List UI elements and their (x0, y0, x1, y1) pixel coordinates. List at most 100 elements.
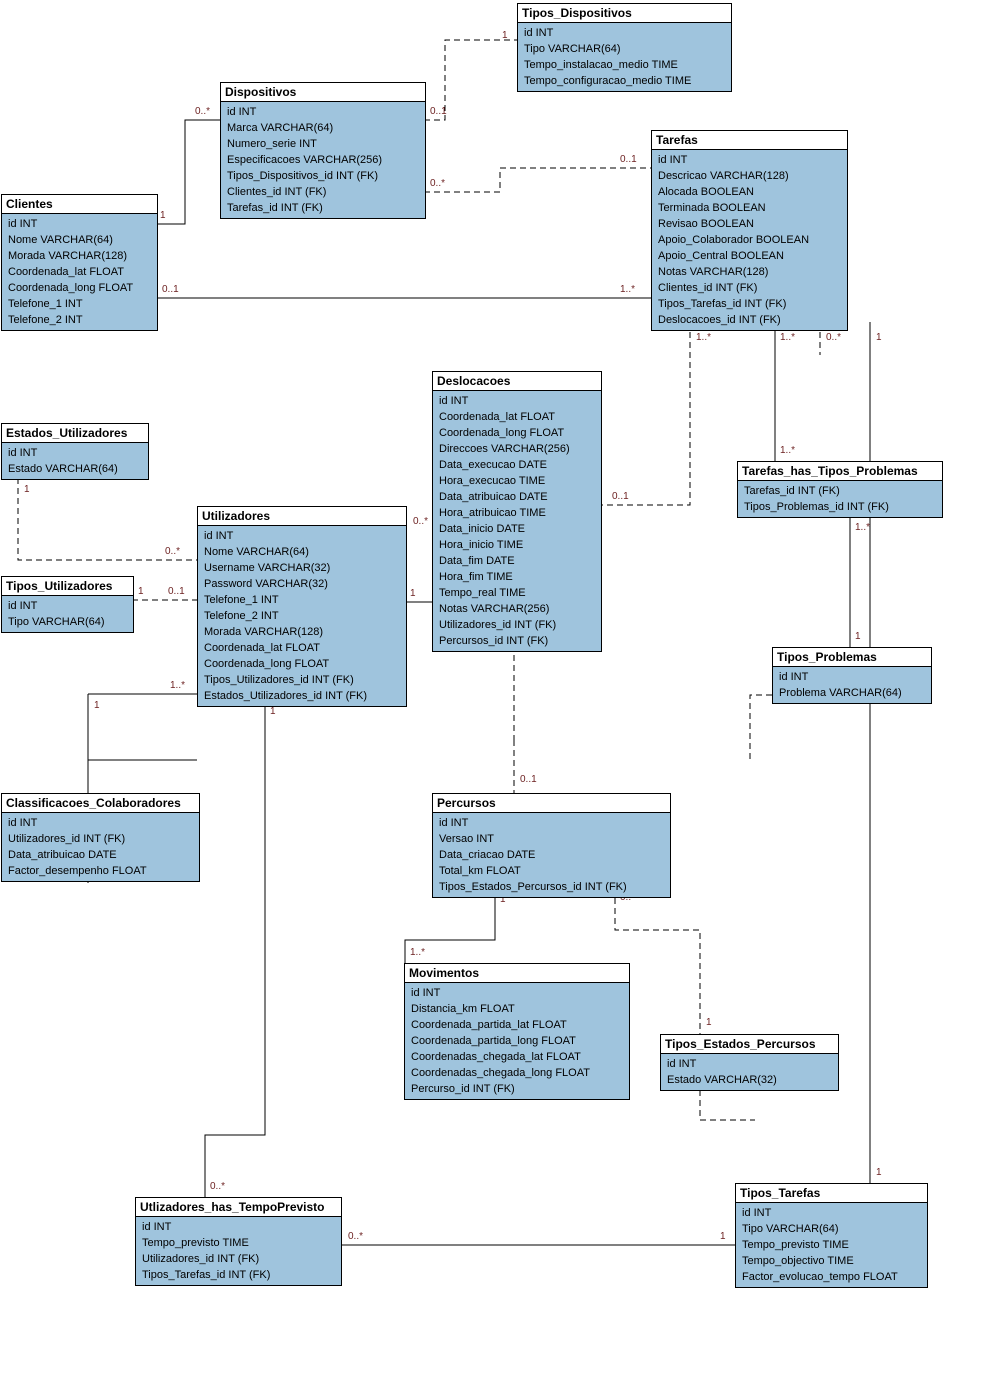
entity-attr-list: id INTProblema VARCHAR(64) (773, 667, 931, 703)
cardinality-label: 0..* (165, 546, 180, 557)
entity-tipos_tarefas[interactable]: Tipos_Tarefasid INTTipo VARCHAR(64)Tempo… (735, 1183, 928, 1288)
entity-title: Utilizadores (198, 507, 406, 526)
entity-attr: Tipos_Dispositivos_id INT (FK) (221, 168, 425, 184)
entity-movimentos[interactable]: Movimentosid INTDistancia_km FLOATCoorde… (404, 963, 630, 1100)
entity-tarefas[interactable]: Tarefasid INTDescricao VARCHAR(128)Aloca… (651, 130, 848, 331)
entity-title: Tarefas_has_Tipos_Problemas (738, 462, 942, 481)
entity-attr: Alocada BOOLEAN (652, 184, 847, 200)
entity-attr: Problema VARCHAR(64) (773, 685, 931, 701)
cardinality-label: 0..1 (168, 586, 185, 597)
entity-attr: Utilizadores_id INT (FK) (433, 617, 601, 633)
entity-attr: Password VARCHAR(32) (198, 576, 406, 592)
entity-attr: id INT (136, 1219, 341, 1235)
entity-title: Deslocacoes (433, 372, 601, 391)
entity-attr: Tarefas_id INT (FK) (221, 200, 425, 216)
entity-attr: Coordenada_long FLOAT (198, 656, 406, 672)
entity-attr: Tempo_real TIME (433, 585, 601, 601)
entity-attr: Estado VARCHAR(32) (661, 1072, 838, 1088)
cardinality-label: 1 (24, 484, 30, 495)
entity-attr: Revisao BOOLEAN (652, 216, 847, 232)
entity-tipos_dispositivos[interactable]: Tipos_Dispositivosid INTTipo VARCHAR(64)… (517, 3, 732, 92)
entity-attr: Apoio_Central BOOLEAN (652, 248, 847, 264)
entity-attr: Username VARCHAR(32) (198, 560, 406, 576)
entity-attr: id INT (736, 1205, 927, 1221)
entity-attr: Marca VARCHAR(64) (221, 120, 425, 136)
relationship-line (424, 40, 517, 120)
entity-attr: Estados_Utilizadores_id INT (FK) (198, 688, 406, 704)
entity-attr-list: id INTNome VARCHAR(64)Username VARCHAR(3… (198, 526, 406, 706)
entity-attr: id INT (518, 25, 731, 41)
entity-attr: Utilizadores_id INT (FK) (2, 831, 199, 847)
entity-attr: Clientes_id INT (FK) (221, 184, 425, 200)
entity-attr: Notas VARCHAR(128) (652, 264, 847, 280)
entity-estados_utilizadores[interactable]: Estados_Utilizadoresid INTEstado VARCHAR… (1, 423, 149, 480)
entity-title: Dispositivos (221, 83, 425, 102)
cardinality-label: 1 (720, 1231, 726, 1242)
cardinality-label: 1 (94, 700, 100, 711)
relationship-line (700, 1090, 755, 1120)
cardinality-label: 1 (876, 1167, 882, 1178)
entity-attr: id INT (2, 598, 133, 614)
entity-title: Movimentos (405, 964, 629, 983)
entity-title: Tipos_Estados_Percursos (661, 1035, 838, 1054)
entity-attr: Percursos_id INT (FK) (433, 633, 601, 649)
entity-attr: Hora_execucao TIME (433, 473, 601, 489)
cardinality-label: 0..1 (620, 154, 637, 165)
cardinality-label: 1 (876, 332, 882, 343)
entity-attr: Coordenadas_chegada_lat FLOAT (405, 1049, 629, 1065)
entity-attr-list: id INTEstado VARCHAR(64) (2, 443, 148, 479)
entity-attr: Data_execucao DATE (433, 457, 601, 473)
entity-attr: Nome VARCHAR(64) (2, 232, 157, 248)
entity-attr: Tempo_objectivo TIME (736, 1253, 927, 1269)
entity-title: Classificacoes_Colaboradores (2, 794, 199, 813)
entity-attr: Utilizadores_id INT (FK) (136, 1251, 341, 1267)
entity-percursos[interactable]: Percursosid INTVersao INTData_criacao DA… (432, 793, 671, 898)
cardinality-label: 1 (138, 586, 144, 597)
entity-attr: Tipo VARCHAR(64) (2, 614, 133, 630)
entity-attr: id INT (2, 216, 157, 232)
entity-attr: Terminada BOOLEAN (652, 200, 847, 216)
entity-attr-list: id INTEstado VARCHAR(32) (661, 1054, 838, 1090)
cardinality-label: 1 (502, 30, 508, 41)
entity-title: Tarefas (652, 131, 847, 150)
er-diagram-canvas: 0..110..*0..110..*0..11..*1..*1..*0..*11… (0, 0, 997, 1374)
entity-clientes[interactable]: Clientes id INTNome VARCHAR(64)Morada VAR… (1, 194, 158, 331)
entity-title: Clientes (2, 195, 157, 214)
entity-attr: Tempo_previsto TIME (136, 1235, 341, 1251)
entity-attr: Direccoes VARCHAR(256) (433, 441, 601, 457)
entity-attr: Morada VARCHAR(128) (2, 248, 157, 264)
relationship-line (405, 888, 495, 963)
relationship-line (424, 168, 651, 192)
relationship-line (18, 478, 197, 560)
entity-attr: Tempo_configuracao_medio TIME (518, 73, 731, 89)
entity-attr: Data_criacao DATE (433, 847, 670, 863)
entity-tipos_problemas[interactable]: Tipos_Problemasid INTProblema VARCHAR(64… (772, 647, 932, 704)
entity-attr: Notas VARCHAR(256) (433, 601, 601, 617)
entity-dispositivos[interactable]: Dispositivosid INTMarca VARCHAR(64)Numer… (220, 82, 426, 219)
entity-attr: Tempo_instalacao_medio TIME (518, 57, 731, 73)
entity-attr-list: id INTUtilizadores_id INT (FK)Data_atrib… (2, 813, 199, 881)
entity-utilizadores[interactable]: Utilizadoresid INTNome VARCHAR(64)Userna… (197, 506, 407, 707)
entity-classificacoes[interactable]: Classificacoes_Colaboradoresid INTUtiliz… (1, 793, 200, 882)
cardinality-label: 0..1 (162, 284, 179, 295)
entity-attr: Numero_serie INT (221, 136, 425, 152)
cardinality-label: 0..* (413, 516, 428, 527)
entity-attr: Total_km FLOAT (433, 863, 670, 879)
entity-attr: Telefone_2 INT (2, 312, 157, 328)
entity-tipos_estados_p[interactable]: Tipos_Estados_Percursosid INTEstado VARC… (660, 1034, 839, 1091)
entity-deslocacoes[interactable]: Deslocacoesid INTCoordenada_lat FLOATCoo… (432, 371, 602, 652)
entity-attr-list: id INTTipo VARCHAR(64)Tempo_previsto TIM… (736, 1203, 927, 1287)
cardinality-label: 0..* (826, 332, 841, 343)
entity-attr: Coordenada_long FLOAT (2, 280, 157, 296)
entity-attr: Descricao VARCHAR(128) (652, 168, 847, 184)
cardinality-label: 1..* (170, 680, 185, 691)
entity-attr: Percurso_id INT (FK) (405, 1081, 629, 1097)
entity-attr: Tipo VARCHAR(64) (736, 1221, 927, 1237)
entity-attr: Versao INT (433, 831, 670, 847)
cardinality-label: 0..1 (430, 106, 447, 117)
cardinality-label: 1..* (696, 332, 711, 343)
entity-tarefas_has_tp[interactable]: Tarefas_has_Tipos_ProblemasTarefas_id IN… (737, 461, 943, 518)
entity-tipos_utilizadores[interactable]: Tipos_Utilizadoresid INTTipo VARCHAR(64) (1, 576, 134, 633)
entity-title: Percursos (433, 794, 670, 813)
entity-util_has_tempo[interactable]: Utlizadores_has_TempoPrevistoid INTTempo… (135, 1197, 342, 1286)
